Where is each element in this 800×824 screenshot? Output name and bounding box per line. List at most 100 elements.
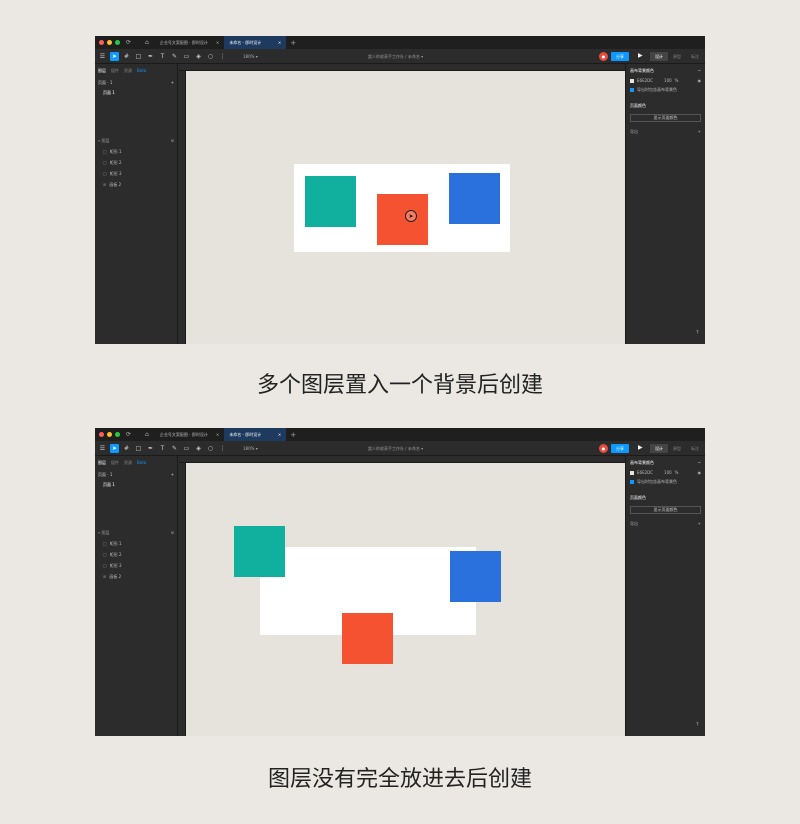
tab-prototype[interactable]: 原型 xyxy=(668,52,686,61)
menu-icon[interactable]: ☰ xyxy=(98,52,107,61)
tab-file-2[interactable]: 未命名 - 即时设计 × xyxy=(224,428,287,441)
zoom-level[interactable]: 180% ▾ xyxy=(243,54,258,59)
tab-assets[interactable]: 资源 xyxy=(124,460,132,466)
show-page-color-button[interactable]: 显示页面颜色 xyxy=(630,114,701,122)
close-window-button[interactable] xyxy=(99,40,104,45)
blue-rectangle[interactable] xyxy=(449,173,500,224)
canvas[interactable] xyxy=(179,456,625,736)
search-icon[interactable]: ○ xyxy=(206,52,215,61)
pencil-tool-icon[interactable]: ✎ xyxy=(170,52,179,61)
canvas[interactable]: ➤ xyxy=(179,64,625,344)
breadcrumb[interactable]: 超人的收获手工作社 / 未命名 ▾ xyxy=(368,54,423,60)
bg-hex[interactable]: E6E2DC xyxy=(637,470,653,475)
frame-tool-icon[interactable]: # xyxy=(122,444,131,453)
close-window-button[interactable] xyxy=(99,432,104,437)
tab-components[interactable]: 组件 xyxy=(111,68,119,74)
minimize-window-button[interactable] xyxy=(107,40,112,45)
add-page-button[interactable]: + xyxy=(171,80,174,86)
bg-opacity[interactable]: 100 xyxy=(664,78,672,83)
move-tool-icon[interactable]: ➤ xyxy=(110,51,119,61)
menu-icon[interactable]: ☰ xyxy=(98,444,107,453)
layer-item[interactable]: □ 矩形 2 xyxy=(95,549,177,560)
teal-rectangle[interactable] xyxy=(305,176,356,227)
tab-components[interactable]: 组件 xyxy=(111,460,119,466)
move-tool-icon[interactable]: ➤ xyxy=(110,443,119,453)
bg-color-row[interactable]: E6E2DC 100 % ◉ xyxy=(626,468,705,477)
layers-toggle-icon[interactable]: ⊞ xyxy=(171,530,174,536)
tab-design[interactable]: 设计 xyxy=(650,52,668,61)
minus-icon[interactable]: − xyxy=(698,68,701,74)
text-tool-icon[interactable]: T xyxy=(158,52,167,61)
page-item[interactable]: 页面 1 xyxy=(95,88,177,98)
window-controls[interactable] xyxy=(99,40,120,45)
tab-inspect[interactable]: 标注 xyxy=(686,52,704,61)
comment-tool-icon[interactable]: ▭ xyxy=(182,444,191,453)
add-page-button[interactable]: + xyxy=(171,472,174,478)
home-icon[interactable]: ⌂ xyxy=(145,39,149,46)
zoom-level[interactable]: 180% ▾ xyxy=(243,446,258,451)
help-icon[interactable]: ? xyxy=(696,330,699,336)
tab-inspect[interactable]: 标注 xyxy=(686,444,704,453)
window-controls[interactable] xyxy=(99,432,120,437)
layer-item[interactable]: □ 矩形 2 xyxy=(95,157,177,168)
add-tab-button[interactable]: + xyxy=(290,39,296,47)
avatar[interactable]: ● xyxy=(599,52,608,61)
minimize-window-button[interactable] xyxy=(107,432,112,437)
play-icon[interactable]: ▶ xyxy=(638,444,643,451)
comment-tool-icon[interactable]: ▭ xyxy=(182,52,191,61)
help-icon[interactable]: ? xyxy=(696,722,699,728)
component-tool-icon[interactable]: ◈ xyxy=(194,52,203,61)
search-icon[interactable]: ○ xyxy=(206,444,215,453)
tab-close-icon[interactable]: × xyxy=(216,432,219,437)
more-icon[interactable]: ⋮ xyxy=(218,444,227,453)
more-icon[interactable]: ⋮ xyxy=(218,52,227,61)
tab-file-2[interactable]: 未命名 - 即时设计 × xyxy=(224,36,287,49)
layer-item[interactable]: ⊞ 画板 2 xyxy=(95,571,177,582)
sync-icon[interactable]: ⟳ xyxy=(126,431,131,438)
color-swatch[interactable] xyxy=(630,78,634,83)
add-tab-button[interactable]: + xyxy=(290,431,296,439)
tab-close-icon[interactable]: × xyxy=(216,40,219,45)
tab-close-icon[interactable]: × xyxy=(278,432,281,437)
play-icon[interactable]: ▶ xyxy=(638,52,643,59)
teal-rectangle[interactable] xyxy=(234,526,285,577)
export-bg-row[interactable]: 导出时包含画布背景色 xyxy=(626,477,705,487)
tab-close-icon[interactable]: × xyxy=(278,40,281,45)
color-swatch[interactable] xyxy=(630,470,634,475)
breadcrumb[interactable]: 超人的收获手工作社 / 未命名 ▾ xyxy=(368,446,423,452)
tab-design[interactable]: 设计 xyxy=(650,444,668,453)
share-button[interactable]: 分享 xyxy=(611,52,629,61)
tab-file-1[interactable]: 企业号文案配图 - 即时设计 × xyxy=(155,428,224,441)
rectangle-tool-icon[interactable]: □ xyxy=(134,444,143,453)
maximize-window-button[interactable] xyxy=(115,40,120,45)
maximize-window-button[interactable] xyxy=(115,432,120,437)
bg-opacity[interactable]: 100 xyxy=(664,470,672,475)
text-tool-icon[interactable]: T xyxy=(158,444,167,453)
layer-item[interactable]: □ 矩形 3 xyxy=(95,560,177,571)
rectangle-tool-icon[interactable]: □ xyxy=(134,52,143,61)
export-bg-checkbox[interactable] xyxy=(630,88,634,92)
page-item[interactable]: 页面 1 xyxy=(95,480,177,490)
share-button[interactable]: 分享 xyxy=(611,444,629,453)
layer-item[interactable]: □ 矩形 1 xyxy=(95,538,177,549)
avatar[interactable]: ● xyxy=(599,444,608,453)
layers-toggle-icon[interactable]: ⊞ xyxy=(171,138,174,144)
tab-assets[interactable]: 资源 xyxy=(124,68,132,74)
bg-color-row[interactable]: E6E2DC 100 % ◉ xyxy=(626,76,705,85)
component-tool-icon[interactable]: ◈ xyxy=(194,444,203,453)
eye-icon[interactable]: ◉ xyxy=(698,470,702,475)
tab-layers[interactable]: 图层 xyxy=(98,68,106,74)
export-bg-checkbox[interactable] xyxy=(630,480,634,484)
export-bg-row[interactable]: 导出时包含画布背景色 xyxy=(626,85,705,95)
pencil-tool-icon[interactable]: ✎ xyxy=(170,444,179,453)
red-rectangle[interactable] xyxy=(377,194,428,245)
layer-item[interactable]: □ 矩形 3 xyxy=(95,168,177,179)
tab-file-1[interactable]: 企业号文案配图 - 即时设计 × xyxy=(155,36,224,49)
layer-item[interactable]: ⊞ 画板 2 xyxy=(95,179,177,190)
layer-item[interactable]: □ 矩形 1 xyxy=(95,146,177,157)
show-page-color-button[interactable]: 显示页面颜色 xyxy=(630,506,701,514)
red-rectangle[interactable] xyxy=(342,613,393,664)
sync-icon[interactable]: ⟳ xyxy=(126,39,131,46)
tab-prototype[interactable]: 原型 xyxy=(668,444,686,453)
blue-rectangle[interactable] xyxy=(450,551,501,602)
